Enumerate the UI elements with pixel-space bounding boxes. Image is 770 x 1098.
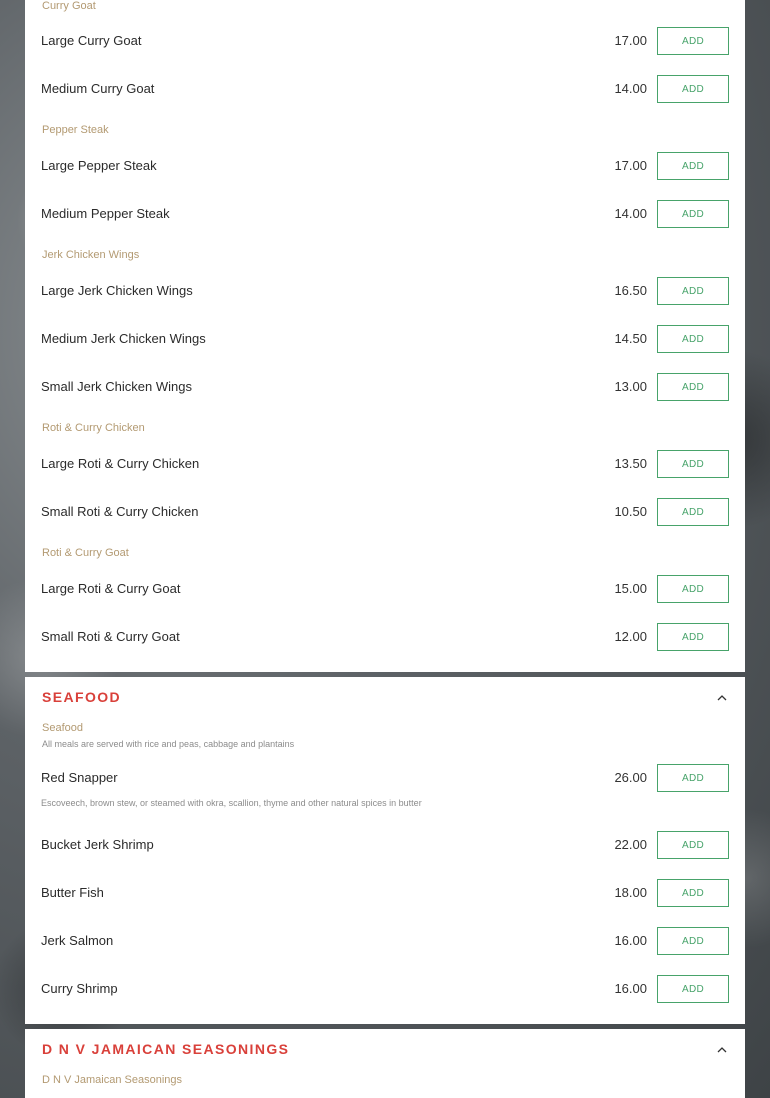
item-name: Large Roti & Curry Chicken	[41, 456, 200, 471]
menu-item: Jerk Salmon 16.00 ADD	[41, 926, 729, 956]
subcategory-label: Roti & Curry Goat	[42, 547, 129, 559]
chevron-up-icon[interactable]	[715, 690, 729, 704]
item-name: Large Pepper Steak	[41, 158, 157, 173]
subcategory-label: Curry Goat	[42, 0, 96, 12]
item-name: Medium Curry Goat	[41, 81, 155, 96]
item-name: Curry Shrimp	[41, 981, 118, 996]
category-title: D N V JAMAICAN SEASONINGS	[42, 1041, 290, 1057]
menu-panel-seafood: SEAFOOD Seafood All meals are served wit…	[25, 677, 745, 1024]
item-price: 16.50	[614, 283, 647, 298]
item-name: Large Jerk Chicken Wings	[41, 283, 193, 298]
item-price: 18.00	[614, 885, 647, 900]
subcategory-label: Seafood	[42, 722, 83, 734]
subcategory-label: D N V Jamaican Seasonings	[42, 1074, 183, 1086]
item-name: Large Roti & Curry Goat	[41, 581, 181, 596]
menu-panel-seasonings: D N V JAMAICAN SEASONINGS D N V Jamaican…	[25, 1029, 745, 1098]
category-header[interactable]: SEAFOOD	[42, 677, 729, 717]
menu-item: Bucket Jerk Shrimp 22.00 ADD	[41, 830, 729, 860]
item-price: 22.00	[614, 837, 647, 852]
menu-item: Large Curry Goat 17.00 ADD	[41, 26, 729, 56]
item-price: 15.00	[614, 581, 647, 596]
item-price: 13.00	[614, 379, 647, 394]
item-price: 16.00	[614, 933, 647, 948]
item-price: 14.50	[614, 331, 647, 346]
item-name: Jerk Salmon	[41, 933, 114, 948]
item-price: 17.00	[614, 33, 647, 48]
menu-panel-meals: Curry Goat Large Curry Goat 17.00 ADD Me…	[25, 0, 745, 672]
add-button[interactable]: ADD	[657, 975, 729, 1003]
subcategory-label: Pepper Steak	[42, 124, 109, 136]
menu-item: Medium Curry Goat 14.00 ADD	[41, 74, 729, 104]
menu-item: Medium Pepper Steak 14.00 ADD	[41, 199, 729, 229]
item-name: Medium Pepper Steak	[41, 206, 170, 221]
item-price: 17.00	[614, 158, 647, 173]
item-name: Butter Fish	[41, 885, 104, 900]
menu-item: Red Snapper 26.00 ADD	[41, 763, 729, 793]
item-name: Medium Jerk Chicken Wings	[41, 331, 206, 346]
add-button[interactable]: ADD	[657, 575, 729, 603]
menu-item: Small Roti & Curry Goat 12.00 ADD	[41, 622, 729, 652]
add-button[interactable]: ADD	[657, 325, 729, 353]
subcategory-description: All meals are served with rice and peas,…	[42, 739, 295, 749]
add-button[interactable]: ADD	[657, 200, 729, 228]
add-button[interactable]: ADD	[657, 831, 729, 859]
item-name: Small Jerk Chicken Wings	[41, 379, 192, 394]
menu-item: Small Jerk Chicken Wings 13.00 ADD	[41, 372, 729, 402]
item-name: Red Snapper	[41, 770, 118, 785]
item-description: Escoveech, brown stew, or steamed with o…	[41, 798, 422, 808]
menu-item: Large Roti & Curry Goat 15.00 ADD	[41, 574, 729, 604]
add-button[interactable]: ADD	[657, 623, 729, 651]
item-price: 14.00	[614, 81, 647, 96]
add-button[interactable]: ADD	[657, 450, 729, 478]
item-name: Small Roti & Curry Chicken	[41, 504, 199, 519]
add-button[interactable]: ADD	[657, 927, 729, 955]
item-price: 26.00	[614, 770, 647, 785]
add-button[interactable]: ADD	[657, 879, 729, 907]
add-button[interactable]: ADD	[657, 152, 729, 180]
item-price: 14.00	[614, 206, 647, 221]
add-button[interactable]: ADD	[657, 27, 729, 55]
add-button[interactable]: ADD	[657, 75, 729, 103]
item-name: Small Roti & Curry Goat	[41, 629, 180, 644]
category-title: SEAFOOD	[42, 689, 122, 705]
menu-item: Large Roti & Curry Chicken 13.50 ADD	[41, 449, 729, 479]
item-price: 13.50	[614, 456, 647, 471]
add-button[interactable]: ADD	[657, 277, 729, 305]
add-button[interactable]: ADD	[657, 373, 729, 401]
menu-item: Medium Jerk Chicken Wings 14.50 ADD	[41, 324, 729, 354]
add-button[interactable]: ADD	[657, 764, 729, 792]
add-button[interactable]: ADD	[657, 498, 729, 526]
menu-item: Curry Shrimp 16.00 ADD	[41, 974, 729, 1004]
subcategory-label: Roti & Curry Chicken	[42, 422, 145, 434]
menu-item: Large Jerk Chicken Wings 16.50 ADD	[41, 276, 729, 306]
chevron-up-icon[interactable]	[715, 1042, 729, 1056]
item-name: Bucket Jerk Shrimp	[41, 837, 154, 852]
subcategory-label: Jerk Chicken Wings	[42, 249, 140, 261]
menu-item: Small Roti & Curry Chicken 10.50 ADD	[41, 497, 729, 527]
item-price: 10.50	[614, 504, 647, 519]
item-name: Large Curry Goat	[41, 33, 142, 48]
item-price: 12.00	[614, 629, 647, 644]
menu-item: Butter Fish 18.00 ADD	[41, 878, 729, 908]
category-header[interactable]: D N V JAMAICAN SEASONINGS	[42, 1029, 729, 1069]
menu-item: Large Pepper Steak 17.00 ADD	[41, 151, 729, 181]
item-price: 16.00	[614, 981, 647, 996]
